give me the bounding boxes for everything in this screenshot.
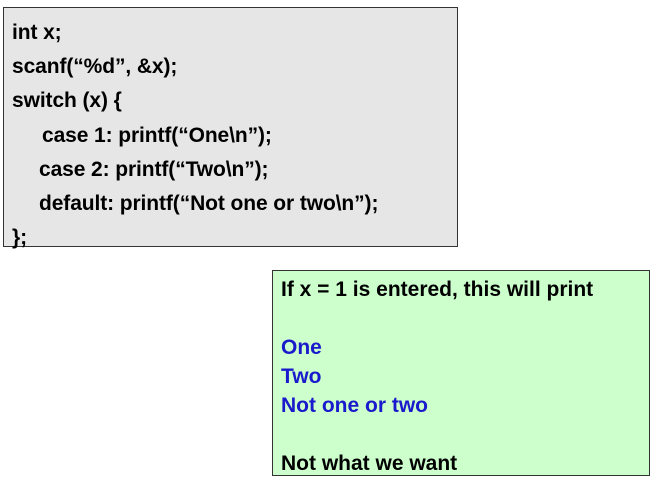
code-line: switch (x) { — [12, 89, 122, 113]
output-line: One — [281, 336, 322, 359]
code-line: int x; — [12, 21, 62, 44]
code-line: }; — [12, 226, 27, 250]
note-spacer — [281, 304, 649, 333]
note-spacer — [281, 420, 649, 449]
code-line: scanf(“%d”, &x); — [12, 55, 178, 79]
code-line: case 2: printf(“Two\n”); — [39, 157, 269, 181]
note-intro: If x = 1 is entered, this will print — [281, 278, 594, 301]
output-line: Not one or two — [281, 394, 428, 417]
output-line: Two — [281, 365, 322, 388]
code-block: int x; scanf(“%d”, &x); switch (x) { cas… — [3, 7, 458, 249]
code-line: case 1: printf(“One\n”); — [42, 123, 272, 147]
note-conclusion: Not what we want — [281, 452, 458, 475]
code-line: default: printf(“Not one or two\n”); — [39, 191, 379, 215]
output-note: If x = 1 is entered, this will print One… — [272, 270, 650, 476]
